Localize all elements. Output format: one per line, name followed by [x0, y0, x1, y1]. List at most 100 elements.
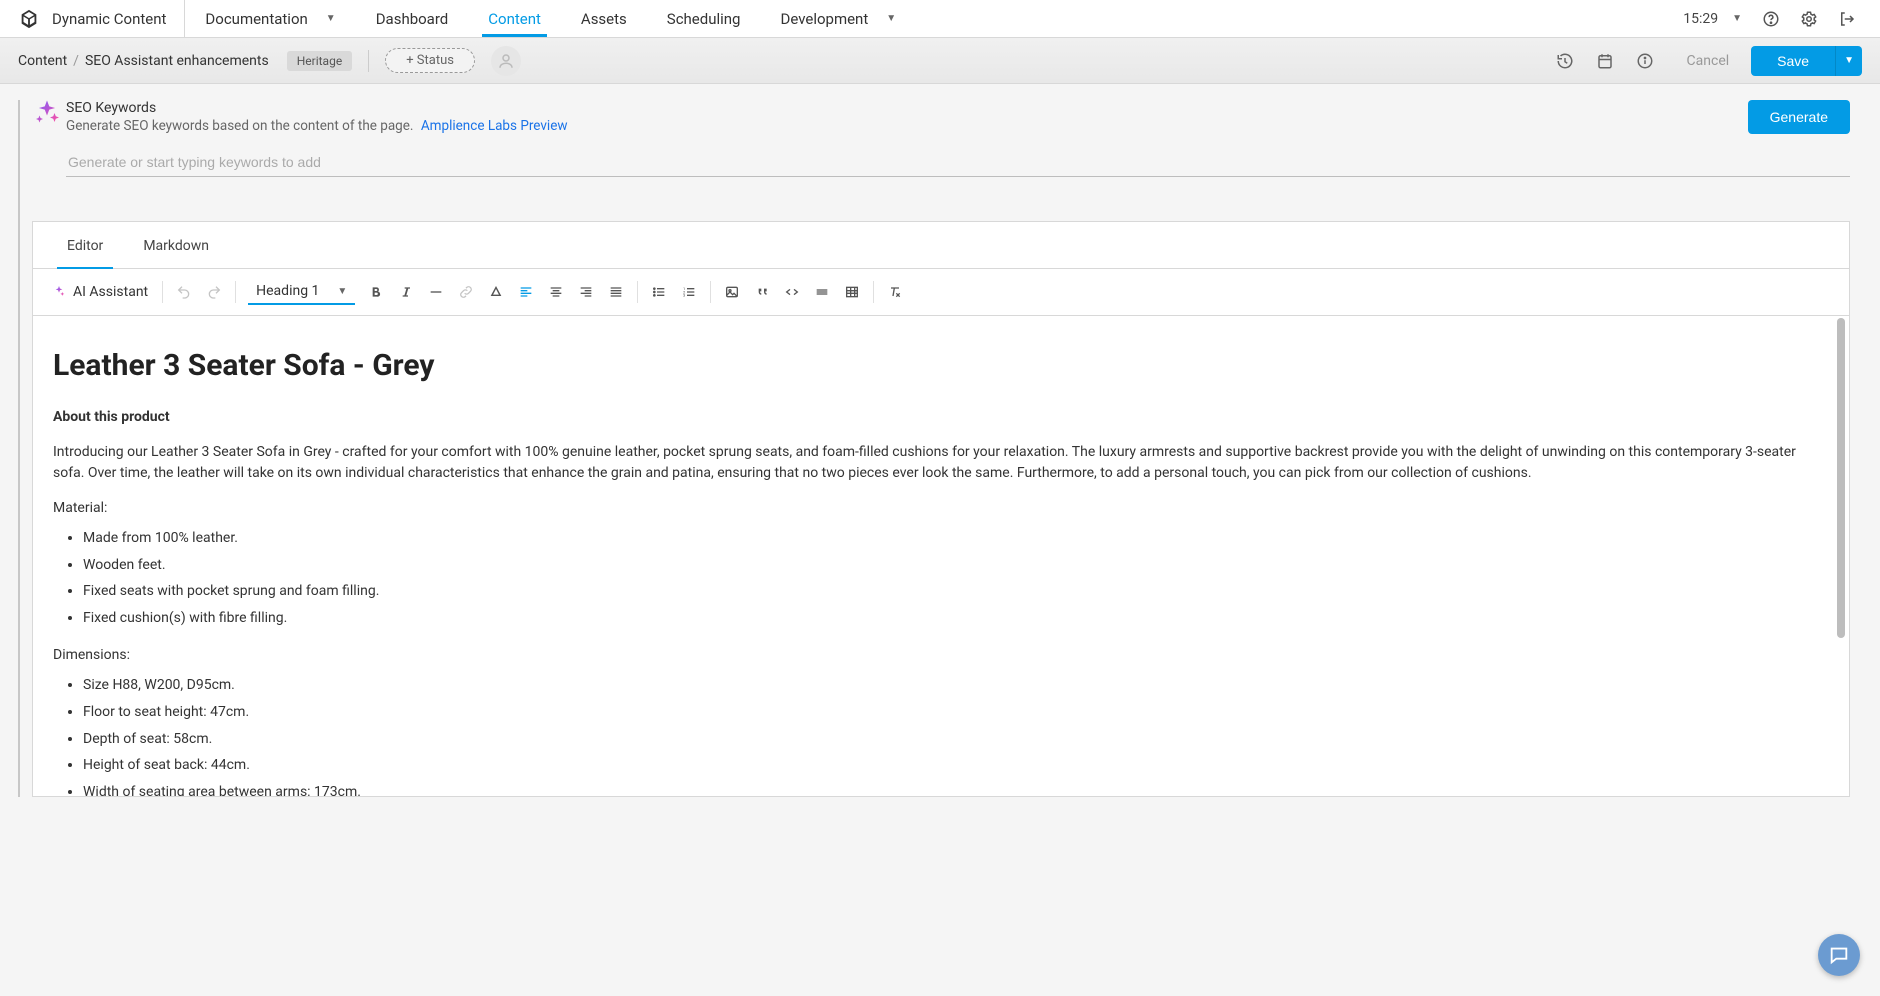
table-icon[interactable] — [837, 277, 867, 307]
nav-development-label: Development — [781, 10, 869, 28]
save-button-group: Save ▼ — [1751, 46, 1862, 76]
code-icon[interactable] — [777, 277, 807, 307]
image-icon[interactable] — [717, 277, 747, 307]
toolbar-separator — [710, 281, 711, 303]
list-item[interactable]: Wooden feet. — [83, 552, 1829, 579]
chevron-down-icon: ▼ — [1732, 13, 1742, 24]
brand: Dynamic Content — [0, 0, 185, 37]
link-icon[interactable] — [451, 277, 481, 307]
align-left-icon[interactable] — [511, 277, 541, 307]
align-justify-icon[interactable] — [601, 277, 631, 307]
toolbar-separator — [162, 281, 163, 303]
info-icon[interactable] — [1625, 41, 1665, 81]
seo-title: SEO Keywords — [66, 100, 1728, 116]
brand-logo-icon — [18, 8, 40, 30]
sub-bar: Content / SEO Assistant enhancements Her… — [0, 38, 1880, 84]
seo-keywords-block: SEO Keywords Generate SEO keywords based… — [32, 100, 1880, 134]
quote-icon[interactable] — [747, 277, 777, 307]
numbered-list-icon[interactable]: 123 — [674, 277, 704, 307]
nav-scheduling[interactable]: Scheduling — [647, 0, 761, 37]
list-item[interactable]: Fixed cushion(s) with fibre filling. — [83, 605, 1829, 632]
redo-icon[interactable] — [199, 277, 229, 307]
list-item[interactable]: Width of seating area between arms: 173c… — [83, 779, 1829, 796]
settings-icon[interactable] — [1790, 0, 1828, 38]
breadcrumb-separator: / — [73, 53, 79, 69]
seo-description: Generate SEO keywords based on the conte… — [66, 118, 1728, 134]
editor-toolbar: AI Assistant Heading 1 ▼ — [33, 269, 1849, 316]
cancel-button[interactable]: Cancel — [1687, 53, 1730, 69]
bold-icon[interactable] — [361, 277, 391, 307]
page-body: SEO Keywords Generate SEO keywords based… — [0, 100, 1880, 797]
chevron-down-icon: ▼ — [326, 13, 336, 24]
material-label[interactable]: Material: — [53, 498, 1829, 519]
nav-content[interactable]: Content — [468, 0, 561, 37]
list-item[interactable]: Size H88, W200, D95cm. — [83, 672, 1829, 699]
ai-assistant-button[interactable]: AI Assistant — [43, 284, 156, 300]
breadcrumb-current: SEO Assistant enhancements — [85, 53, 269, 69]
tab-markdown[interactable]: Markdown — [123, 222, 229, 268]
scrollbar-thumb[interactable] — [1837, 318, 1845, 638]
strikethrough-icon[interactable] — [421, 277, 451, 307]
dimensions-list[interactable]: Size H88, W200, D95cm. Floor to seat hei… — [53, 672, 1829, 796]
breadcrumb-root[interactable]: Content — [18, 53, 67, 69]
anchor-icon[interactable] — [481, 277, 511, 307]
clear-format-icon[interactable] — [880, 277, 910, 307]
chat-fab-button[interactable] — [1818, 934, 1860, 976]
content-heading[interactable]: Leather 3 Seater Sofa - Grey — [53, 348, 1829, 383]
seo-keywords-input[interactable] — [66, 148, 1850, 177]
nav-scheduling-label: Scheduling — [667, 10, 741, 28]
sparkle-icon — [32, 98, 66, 132]
logout-icon[interactable] — [1828, 0, 1866, 38]
nav-dashboard[interactable]: Dashboard — [356, 0, 469, 37]
dimensions-label[interactable]: Dimensions: — [53, 645, 1829, 666]
nav-assets-label: Assets — [581, 10, 627, 28]
italic-icon[interactable] — [391, 277, 421, 307]
align-center-icon[interactable] — [541, 277, 571, 307]
avatar-placeholder-icon[interactable] — [491, 46, 521, 76]
nav-dashboard-label: Dashboard — [376, 10, 449, 28]
editor-card: Editor Markdown AI Assistant Heading 1 ▼ — [32, 221, 1850, 797]
about-label[interactable]: About this product — [53, 407, 1829, 428]
nav-documentation[interactable]: Documentation ▼ — [185, 0, 355, 37]
toolbar-separator — [873, 281, 874, 303]
breadcrumb: Content / SEO Assistant enhancements — [18, 53, 269, 69]
brand-text: Dynamic Content — [52, 10, 166, 28]
seo-preview-link[interactable]: Amplience Labs Preview — [421, 118, 568, 134]
nav-time-dropdown[interactable]: 15:29 ▼ — [1673, 11, 1752, 27]
add-status-chip[interactable]: + Status — [385, 48, 475, 73]
material-list[interactable]: Made from 100% leather. Wooden feet. Fix… — [53, 525, 1829, 631]
calendar-icon[interactable] — [1585, 41, 1625, 81]
heritage-badge: Heritage — [287, 51, 352, 71]
heading-select[interactable]: Heading 1 ▼ — [248, 279, 355, 305]
save-button[interactable]: Save — [1751, 46, 1835, 76]
nav-documentation-label: Documentation — [205, 10, 307, 28]
save-dropdown-button[interactable]: ▼ — [1835, 46, 1862, 76]
list-item[interactable]: Floor to seat height: 47cm. — [83, 699, 1829, 726]
list-item[interactable]: Depth of seat: 58cm. — [83, 726, 1829, 753]
heading-select-label: Heading 1 — [256, 283, 319, 299]
nav-assets[interactable]: Assets — [561, 0, 647, 37]
divider — [368, 50, 369, 72]
nav-left: Documentation ▼ Dashboard Content Assets… — [185, 0, 916, 37]
tab-editor[interactable]: Editor — [47, 222, 123, 268]
undo-icon[interactable] — [169, 277, 199, 307]
horizontal-rule-icon[interactable] — [807, 277, 837, 307]
nav-development[interactable]: Development ▼ — [761, 0, 917, 37]
history-icon[interactable] — [1545, 41, 1585, 81]
toolbar-separator — [637, 281, 638, 303]
subbar-right: Cancel Save ▼ — [1545, 41, 1862, 81]
help-icon[interactable] — [1752, 0, 1790, 38]
list-item[interactable]: Fixed seats with pocket sprung and foam … — [83, 578, 1829, 605]
generate-button[interactable]: Generate — [1748, 100, 1850, 134]
ai-assistant-label: AI Assistant — [73, 284, 148, 300]
align-right-icon[interactable] — [571, 277, 601, 307]
list-item[interactable]: Made from 100% leather. — [83, 525, 1829, 552]
intro-paragraph[interactable]: Introducing our Leather 3 Seater Sofa in… — [53, 442, 1829, 484]
nav-right: 15:29 ▼ — [1673, 0, 1880, 37]
list-item[interactable]: Height of seat back: 44cm. — [83, 752, 1829, 779]
toolbar-separator — [235, 281, 236, 303]
editor-content-area[interactable]: Leather 3 Seater Sofa - Grey About this … — [33, 316, 1849, 796]
bullet-list-icon[interactable] — [644, 277, 674, 307]
nav-content-label: Content — [488, 10, 541, 28]
chevron-down-icon: ▼ — [886, 13, 896, 24]
